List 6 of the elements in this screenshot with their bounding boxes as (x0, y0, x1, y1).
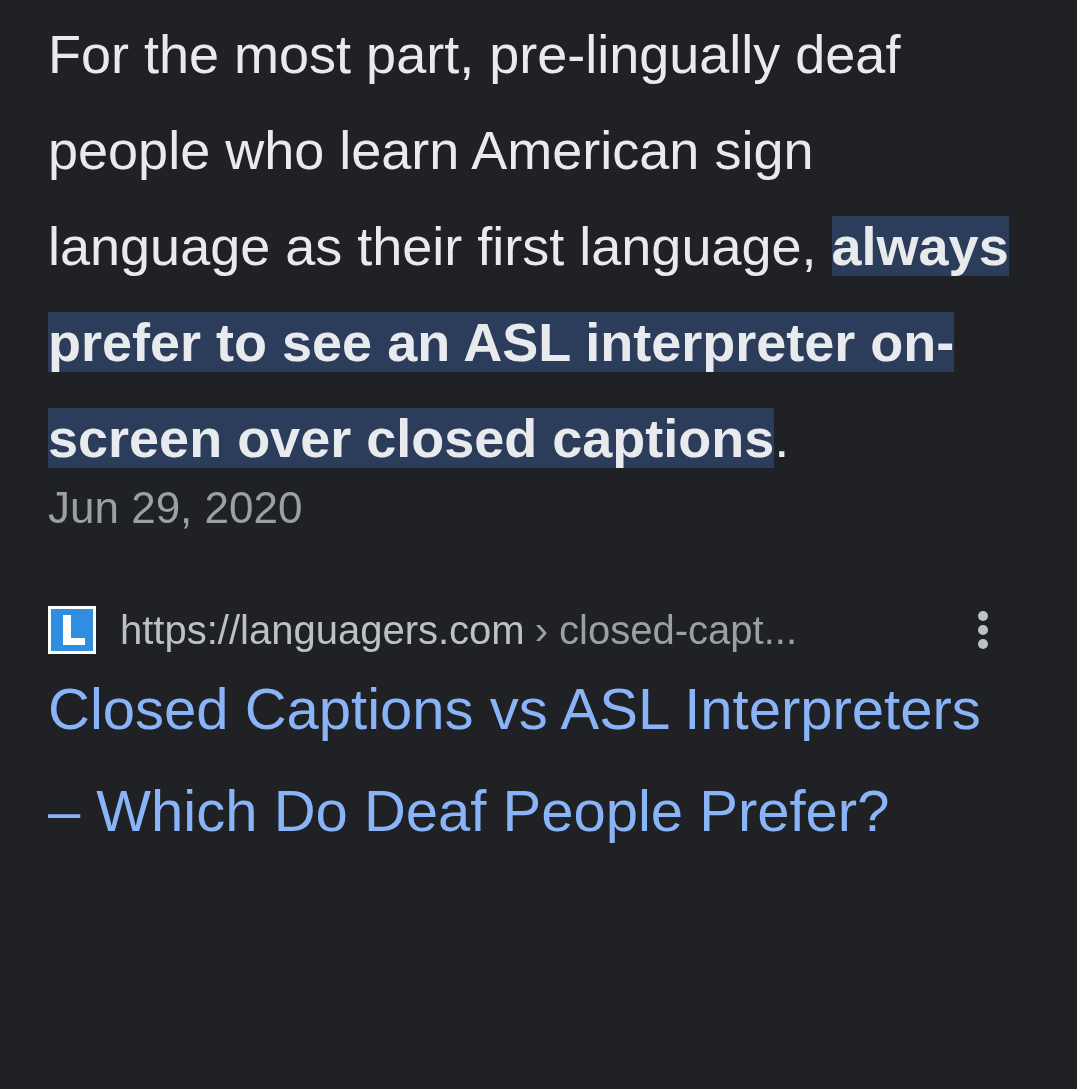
date-text: Jun 29, 2020 (48, 482, 304, 534)
source-url[interactable]: https://languagers.com (120, 600, 525, 660)
more-options-icon[interactable] (977, 610, 989, 650)
source-path: › closed-capt... (534, 607, 797, 654)
site-logo-icon (48, 606, 96, 654)
result-title-link[interactable]: Closed Captions vs ASL Interpreters – Which Do Deaf People Prefer? (48, 658, 1028, 862)
